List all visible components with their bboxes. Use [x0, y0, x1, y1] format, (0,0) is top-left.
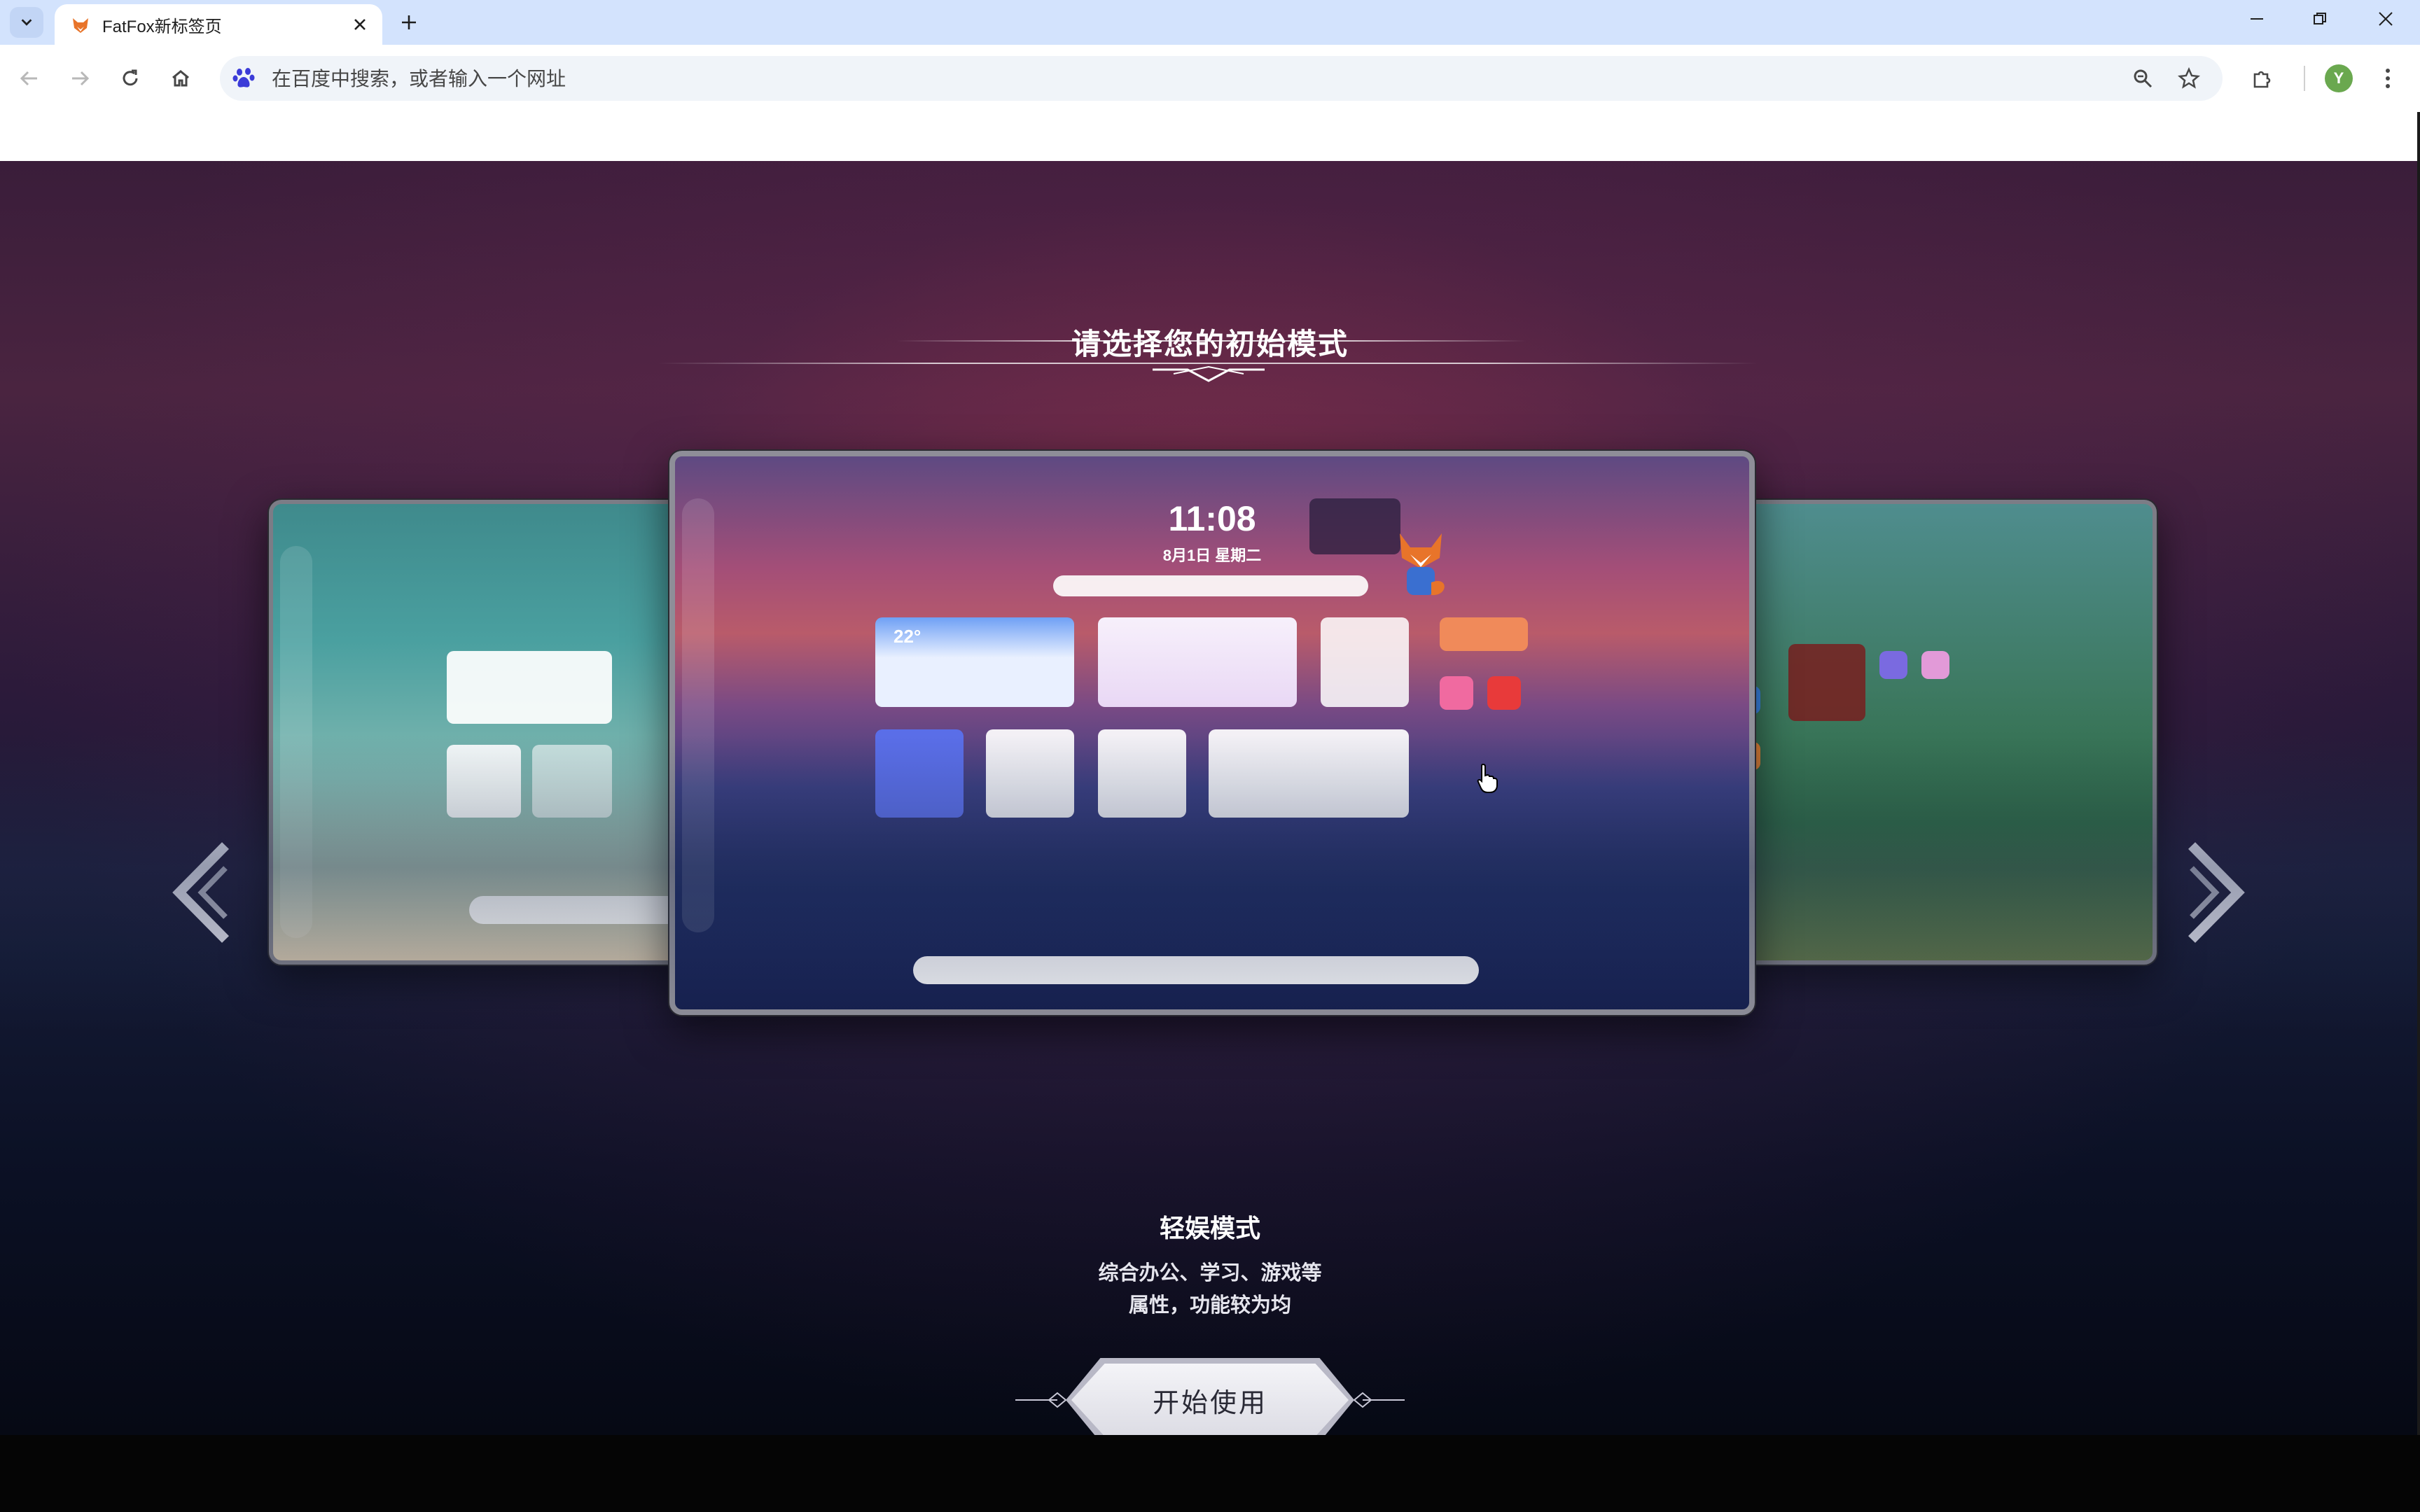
- tab-list-button[interactable]: [10, 7, 43, 38]
- preview-speech-bubble: [1309, 498, 1400, 554]
- active-tab[interactable]: FatFox新标签页: [55, 4, 382, 45]
- kebab-menu-icon: [2386, 69, 2390, 88]
- profile-avatar[interactable]: Y: [2325, 64, 2353, 92]
- zoom-button[interactable]: [2127, 63, 2158, 94]
- preview-widget: [1098, 729, 1186, 818]
- preview-widget: [986, 729, 1074, 818]
- chevron-down-icon: [21, 19, 32, 26]
- restore-button[interactable]: [2288, 0, 2351, 38]
- preview-date: 8月1日 星期二: [1162, 547, 1262, 564]
- preview-app-icon: [1487, 676, 1521, 710]
- close-window-button[interactable]: [2354, 0, 2417, 38]
- new-tab-button[interactable]: [394, 7, 424, 38]
- forward-button[interactable]: [59, 57, 101, 99]
- plus-icon: [402, 15, 416, 29]
- browser-toolbar: [0, 45, 2420, 112]
- preview-weather-widget: 22°: [875, 617, 1074, 707]
- tab-title: FatFox新标签页: [102, 17, 222, 36]
- page-edge: [2417, 112, 2420, 1435]
- mode-card-left[interactable]: [269, 500, 697, 965]
- preview-widget: [1440, 617, 1528, 651]
- bottom-bar: [0, 1435, 2420, 1512]
- preview-app-icon: [1879, 651, 1907, 679]
- mode-description: 综合办公、学习、游戏等 属性，功能较为均: [1000, 1257, 1420, 1322]
- page-title: 请选择您的初始模式: [1071, 328, 1349, 360]
- preview-app-icon: [1921, 651, 1949, 679]
- preview-sidebar: [280, 546, 312, 938]
- back-button[interactable]: [8, 57, 50, 99]
- mode-card-right[interactable]: [1728, 500, 2157, 965]
- mode-description-line: 综合办公、学习、游戏等: [1098, 1262, 1322, 1284]
- fox-mascot-icon: [1400, 533, 1445, 596]
- mode-description-line: 属性，功能较为均: [1128, 1294, 1291, 1317]
- preview-widget: [447, 651, 612, 724]
- ornament-icon: [1015, 1392, 1067, 1408]
- preview-widget: [875, 729, 964, 818]
- tab-close-button[interactable]: [347, 12, 373, 37]
- preview-widget: [447, 745, 521, 818]
- hand-cursor-icon: [1477, 763, 1498, 793]
- home-button[interactable]: [160, 57, 202, 99]
- restore-icon: [2314, 13, 2326, 24]
- preview-app-grid: [1321, 617, 1409, 707]
- mode-name: 轻娱模式: [1159, 1214, 1260, 1242]
- zoom-icon: [2134, 69, 2153, 88]
- mode-selection-page: 请选择您的初始模式 11:08 8月1日 星期二 22° 轻娱模式 综合办公、学…: [0, 161, 2417, 1435]
- title-ornament-icon: [1153, 365, 1265, 382]
- extensions-button[interactable]: [2241, 57, 2283, 99]
- tab-strip: FatFox新标签页: [0, 0, 2420, 45]
- preview-app-icon: [1440, 676, 1473, 710]
- mode-card-main[interactable]: 11:08 8月1日 星期二 22°: [669, 451, 1755, 1015]
- carousel-prev-icon[interactable]: [171, 840, 234, 945]
- minimize-button[interactable]: [2225, 0, 2288, 38]
- page-top-strip: [0, 112, 2420, 161]
- ornament-icon: [1353, 1392, 1405, 1408]
- preview-player: [469, 896, 693, 924]
- preview-widget: [1788, 644, 1865, 721]
- close-icon: [354, 19, 366, 30]
- puzzle-icon: [2253, 71, 2271, 88]
- preview-widget: [1098, 617, 1297, 707]
- preview-search-box: [1053, 575, 1368, 596]
- address-bar[interactable]: [220, 56, 2223, 102]
- close-icon: [2379, 12, 2393, 26]
- star-icon: [2178, 67, 2200, 89]
- minimize-icon: [2251, 18, 2263, 20]
- arrow-right-icon: [72, 71, 90, 86]
- fatfox-favicon-icon: [73, 18, 88, 33]
- browser-menu-button[interactable]: [2367, 57, 2409, 99]
- preview-clock: 11:08: [1168, 499, 1256, 538]
- preview-app-icon: [1732, 742, 1760, 770]
- reload-icon: [123, 69, 138, 86]
- arrow-left-icon: [20, 71, 37, 86]
- address-input[interactable]: [270, 56, 2094, 102]
- home-icon: [172, 70, 189, 87]
- preview-notes-widget: [1209, 729, 1409, 818]
- preview-weather-temp: 22°: [893, 626, 922, 647]
- toolbar-separator: [2304, 66, 2305, 91]
- preview-music-player: [913, 956, 1479, 984]
- start-button-group: 开始使用: [1015, 1358, 1405, 1435]
- preview-widget: [532, 745, 612, 818]
- bookmark-button[interactable]: [2174, 63, 2204, 94]
- reload-button[interactable]: [109, 57, 151, 99]
- start-button[interactable]: 开始使用: [1071, 1364, 1349, 1435]
- carousel-next-icon[interactable]: [2183, 840, 2246, 945]
- baidu-paw-icon: [232, 68, 255, 88]
